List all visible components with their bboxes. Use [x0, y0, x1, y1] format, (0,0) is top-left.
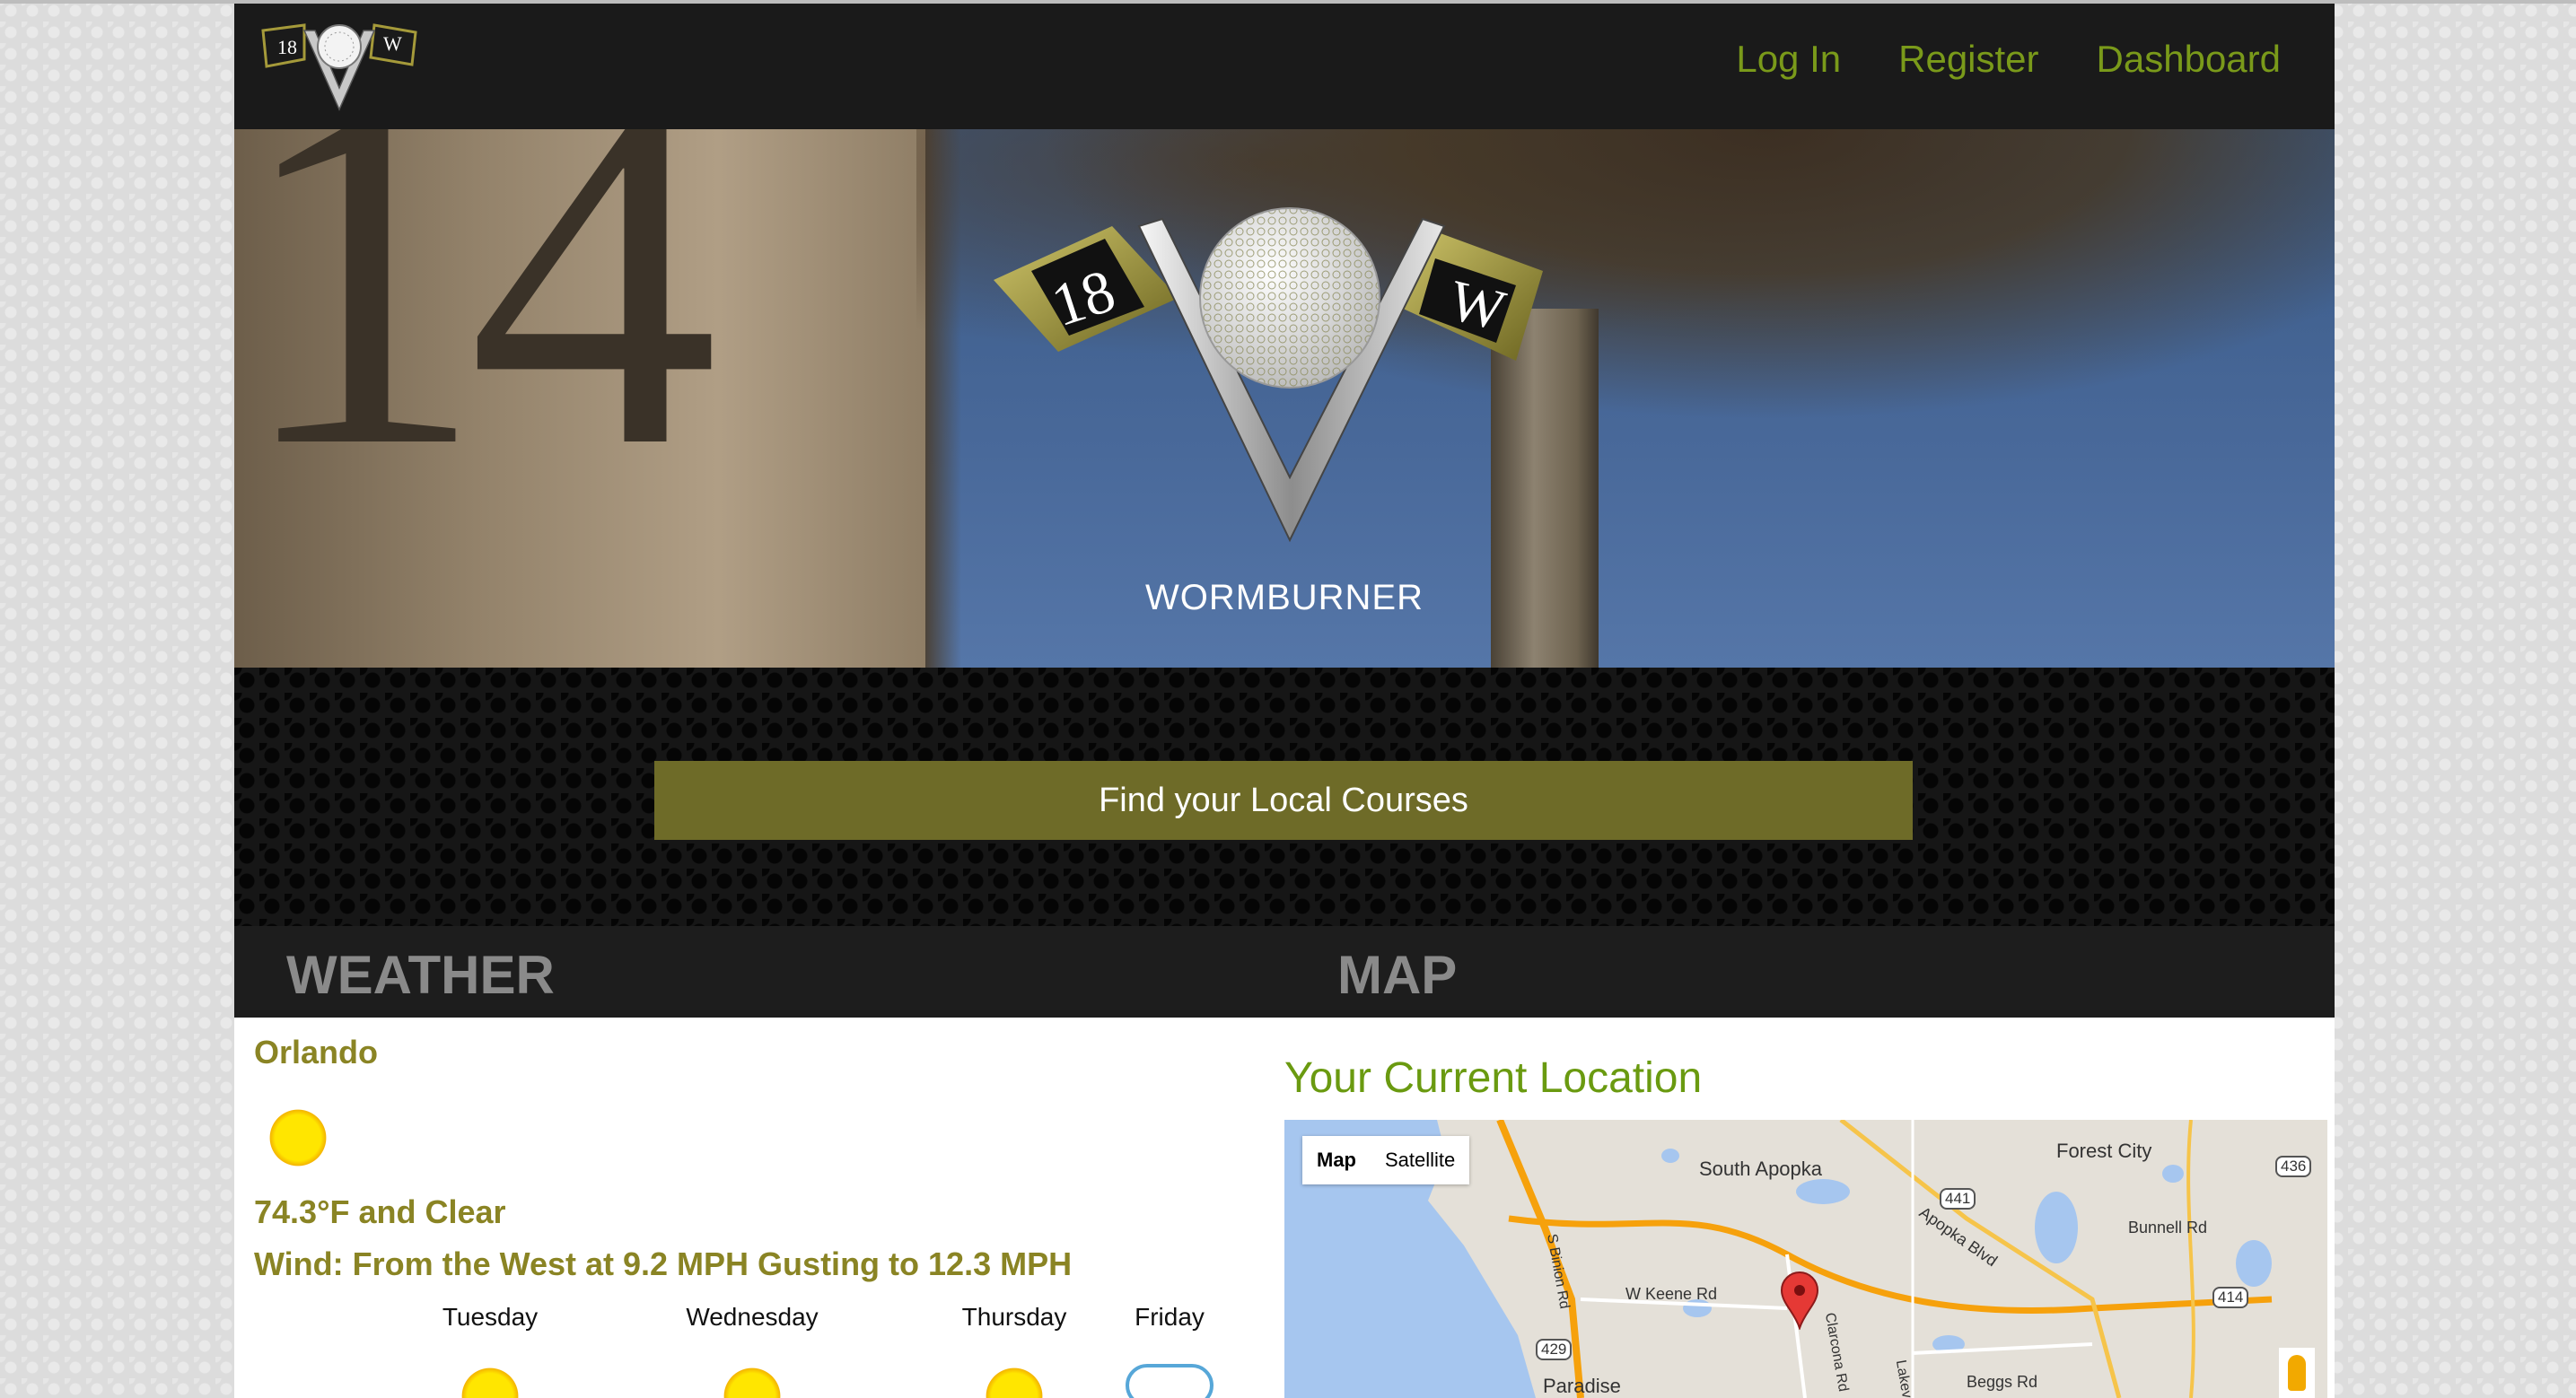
- weather-city: Orlando: [254, 1034, 379, 1070]
- street-view-pegman-icon[interactable]: [2279, 1348, 2315, 1398]
- map-route-shield: 436: [2275, 1156, 2312, 1177]
- map-route-shield: 441: [1940, 1188, 1976, 1210]
- map-section-title: MAP: [1337, 945, 1458, 1005]
- map-label-bunnell-rd: Bunnell Rd: [2128, 1219, 2208, 1236]
- map-panel: Your Current Location South Apopka Fores…: [1284, 1018, 2335, 1398]
- find-local-courses-button[interactable]: Find your Local Courses: [654, 761, 1913, 840]
- hero-brand-name: WORMBURNER: [1145, 578, 1424, 617]
- cloud-icon: [1126, 1364, 1214, 1398]
- forecast-day: Friday: [1062, 1303, 1277, 1398]
- nav-logo-flag-right: W: [383, 32, 402, 55]
- forecast-day: Wednesday: [644, 1303, 860, 1398]
- hero-logo: 18 W: [994, 207, 1543, 543]
- map-label-w-keene-rd: W Keene Rd: [1625, 1285, 1718, 1303]
- map-type-control: Map Satellite: [1302, 1136, 1470, 1184]
- weather-panel: Orlando 74.3°F and Clear Wind: From the …: [234, 1018, 1257, 1398]
- google-map[interactable]: South Apopka Forest City Apopka Blvd Bun…: [1284, 1120, 2327, 1398]
- sun-icon: [969, 1351, 1059, 1398]
- forecast-day-label: Thursday: [961, 1303, 1067, 1331]
- weather-wind: Wind: From the West at 9.2 MPH Gusting t…: [254, 1245, 1073, 1282]
- forecast-day-label: Friday: [1135, 1303, 1205, 1331]
- page-container: 18 W Log In Register Dashboard 14 18 W W…: [234, 4, 2335, 1398]
- map-label-paradise: Paradise: [1543, 1375, 1621, 1397]
- map-type-satellite-button[interactable]: Satellite: [1371, 1136, 1469, 1184]
- top-nav: 18 W Log In Register Dashboard: [234, 4, 2335, 129]
- map-label-beggs-rd: Beggs Rd: [1967, 1373, 2038, 1391]
- nav-register-link[interactable]: Register: [1898, 38, 2038, 81]
- nav-login-link[interactable]: Log In: [1736, 38, 1841, 81]
- hero-banner: 14 18 W WORMBURNER: [234, 129, 2335, 668]
- section-header-bar: WEATHER MAP: [234, 926, 2335, 1018]
- forecast-day-label: Wednesday: [686, 1303, 819, 1331]
- map-label-forest-city: Forest City: [2056, 1140, 2152, 1162]
- weather-section-title: WEATHER: [286, 945, 555, 1005]
- map-type-map-button[interactable]: Map: [1302, 1136, 1371, 1184]
- map-heading: Your Current Location: [1284, 1054, 1703, 1102]
- forecast-day-label: Tuesday: [442, 1303, 539, 1331]
- hero-wall-number: 14: [234, 129, 719, 551]
- weather-temperature: 74.3°F and Clear: [254, 1193, 506, 1230]
- map-label-south-apopka: South Apopka: [1699, 1158, 1823, 1180]
- nav-logo[interactable]: 18 W: [259, 22, 419, 113]
- nav-links: Log In Register Dashboard: [1736, 38, 2281, 81]
- map-route-shield: 429: [1536, 1339, 1573, 1360]
- map-marker-icon[interactable]: [1780, 1271, 1819, 1330]
- forecast-day: Tuesday: [382, 1303, 598, 1398]
- sun-icon: [445, 1351, 535, 1398]
- find-courses-band: Find your Local Courses: [234, 668, 2335, 926]
- sun-icon: [253, 1093, 343, 1183]
- map-route-shield: 414: [2212, 1287, 2249, 1308]
- nav-logo-flag-left: 18: [277, 36, 297, 58]
- nav-dashboard-link[interactable]: Dashboard: [2097, 38, 2281, 81]
- sun-icon: [707, 1351, 797, 1398]
